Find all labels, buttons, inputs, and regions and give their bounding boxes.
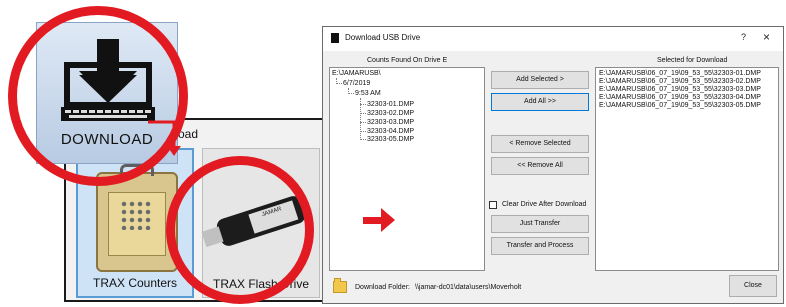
selected-for-download-header: Selected for Download — [657, 57, 728, 64]
tree-node-date[interactable]: 6/7/2019 — [343, 79, 370, 88]
download-icon — [61, 39, 155, 121]
usb-brand-label: JAMAR — [248, 200, 299, 234]
download-folder-label: Download Folder: — [355, 284, 410, 291]
dialog-titlebar: Download USB Drive ? × — [323, 27, 783, 51]
red-arrow-icon — [381, 208, 395, 232]
selected-for-download-list[interactable]: E:\JAMARUSB\06_07_19\09_53_55\32303-01.D… — [595, 67, 779, 271]
trax-counters-label: TRAX Counters — [92, 276, 178, 290]
trax-flash-drive-tile[interactable]: JAMAR TRAX Flash Drive — [201, 148, 320, 298]
pointer-arrow — [148, 120, 181, 156]
add-selected-button[interactable]: Add Selected > — [491, 71, 589, 89]
usb-flash-drive-icon: JAMAR — [201, 194, 308, 248]
drive-tree-view[interactable]: E:\JAMARUSB\ 6/7/2019 9:53 AM 32303-01.D… — [329, 67, 485, 271]
tree-file-item[interactable]: 32303-01.DMP — [367, 100, 414, 109]
close-icon[interactable]: × — [763, 30, 770, 44]
tree-file-item[interactable]: 32303-02.DMP — [367, 109, 414, 118]
just-transfer-button[interactable]: Just Transfer — [491, 215, 589, 233]
app-icon — [331, 33, 339, 43]
list-item[interactable]: E:\JAMARUSB\06_07_19\09_53_55\32303-04.D… — [599, 94, 761, 102]
trax-flash-drive-label: TRAX Flash Drive — [212, 277, 310, 291]
list-item[interactable]: E:\JAMARUSB\06_07_19\09_53_55\32303-01.D… — [599, 70, 761, 78]
list-item[interactable]: E:\JAMARUSB\06_07_19\09_53_55\32303-03.D… — [599, 86, 761, 94]
list-item[interactable]: E:\JAMARUSB\06_07_19\09_53_55\32303-05.D… — [599, 102, 761, 110]
remove-selected-button[interactable]: < Remove Selected — [491, 135, 589, 153]
tree-file-item[interactable]: 32303-05.DMP — [367, 135, 414, 144]
counts-found-header: Counts Found On Drive E — [367, 57, 448, 64]
tree-node-time[interactable]: 9:53 AM — [355, 89, 381, 98]
trax-counter-case-icon — [96, 164, 178, 272]
help-icon[interactable]: ? — [741, 32, 746, 42]
trax-counters-tile[interactable]: TRAX Counters — [76, 148, 194, 298]
download-folder-path: \\jamar-dc01\data\users\Moverholt — [415, 284, 522, 291]
download-usb-drive-dialog: Download USB Drive ? × Counts Found On D… — [322, 26, 784, 304]
close-button[interactable]: Close — [729, 275, 777, 297]
tree-node-root[interactable]: E:\JAMARUSB\ — [332, 69, 381, 78]
clear-drive-label: Clear Drive After Download — [502, 201, 587, 208]
list-item[interactable]: E:\JAMARUSB\06_07_19\09_53_55\32303-02.D… — [599, 78, 761, 86]
transfer-and-process-button[interactable]: Transfer and Process — [491, 237, 589, 255]
tree-file-item[interactable]: 32303-03.DMP — [367, 118, 414, 127]
clear-drive-checkbox[interactable] — [489, 201, 497, 209]
add-all-button[interactable]: Add All >> — [491, 93, 589, 111]
folder-icon[interactable] — [333, 278, 347, 293]
red-arrow-shaft — [363, 217, 383, 224]
remove-all-button[interactable]: << Remove All — [491, 157, 589, 175]
dialog-title: Download USB Drive — [345, 33, 421, 42]
